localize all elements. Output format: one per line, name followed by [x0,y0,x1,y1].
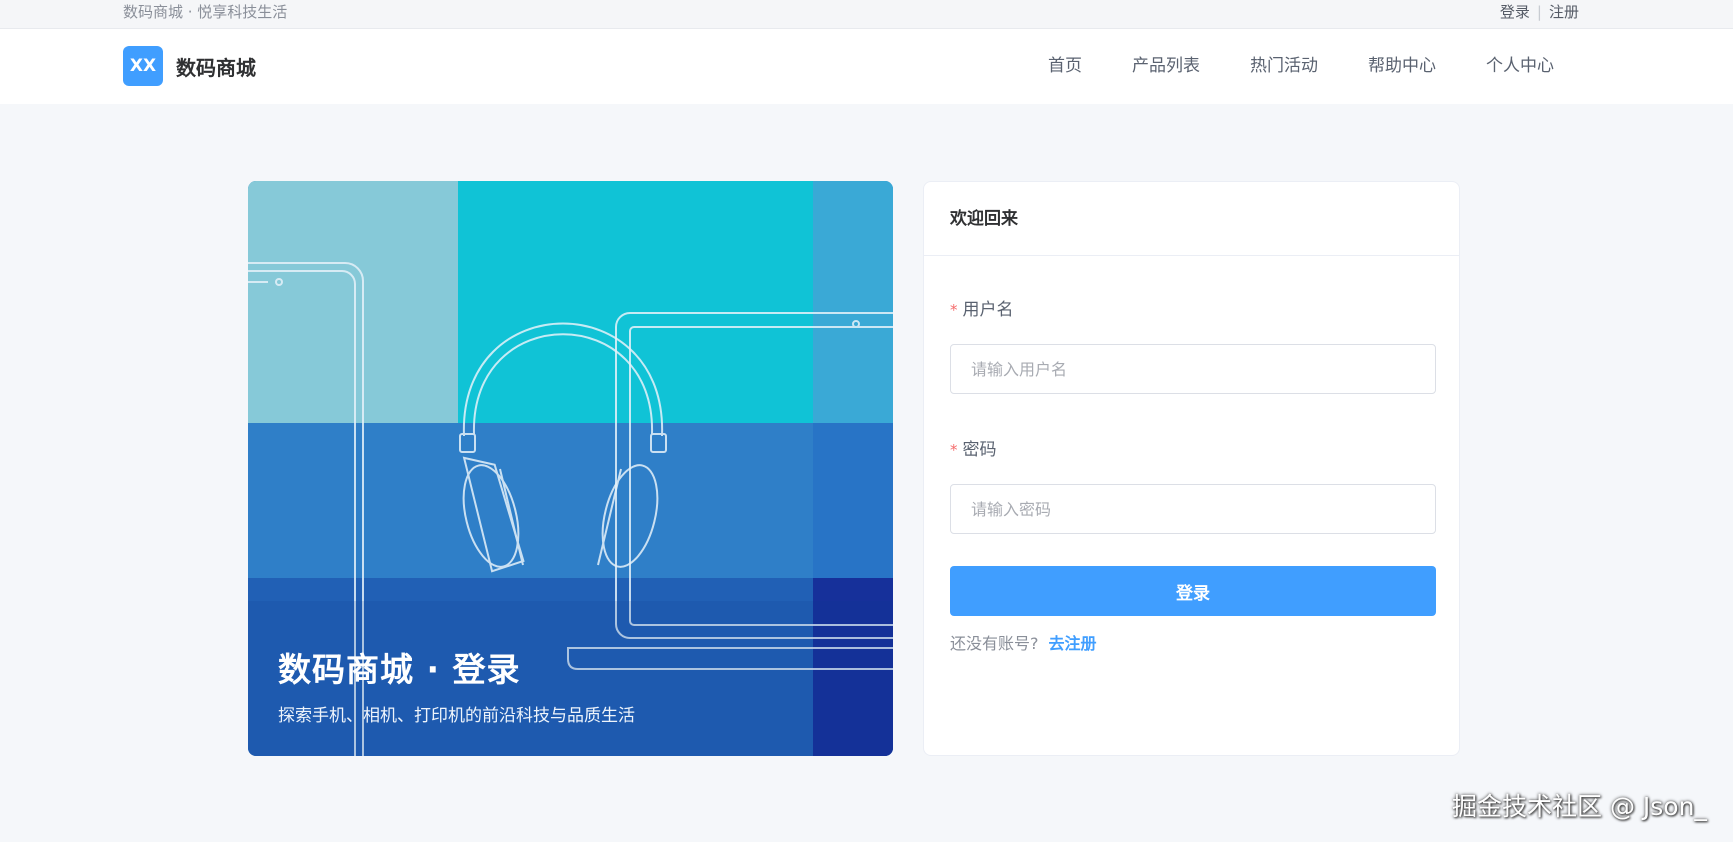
topbar-register-link[interactable]: 注册 [1549,3,1579,21]
login-button[interactable]: 登录 [950,566,1436,616]
site-name[interactable]: 数码商城 [176,52,256,81]
nav-item-profile[interactable]: 个人中心 [1461,29,1579,104]
password-input[interactable] [950,484,1436,534]
account-links: 登录 | 注册 [1500,1,1579,22]
required-mark: * [950,301,958,319]
topbar-login-link[interactable]: 登录 [1500,3,1530,21]
main-nav: 首页 产品列表 热门活动 帮助中心 个人中心 [1023,29,1579,104]
password-label-text: 密码 [962,440,997,460]
nav-item-promotions[interactable]: 热门活动 [1225,29,1343,104]
no-account-text: 还没有账号? [950,634,1039,653]
go-register-link[interactable]: 去注册 [1049,634,1097,653]
password-label: * 密码 [950,435,997,460]
login-card: 欢迎回来 *用户名 *密码 登录 还没有账号?去注册 [923,181,1460,756]
register-prompt: 还没有账号? 去注册 [950,630,1097,654]
hero-title: 数码商城 · 登录 [278,650,521,689]
required-mark: * [950,441,958,459]
topbar-separator: | [1536,3,1542,21]
username-input[interactable] [950,344,1436,394]
watermark: 掘金技术社区 @ Json_ [1452,792,1707,821]
hero-subtitle: 探索手机、相机、打印机的前沿科技与品质生活 [278,706,635,726]
logo-badge[interactable]: XX [123,46,163,86]
nav-item-home[interactable]: 首页 [1023,29,1107,104]
hero-banner: 数码商城 · 登录 探索手机、相机、打印机的前沿科技与品质生活 [248,181,893,756]
username-label: * 用户名 [950,295,1014,320]
site-slogan: 数码商城 · 悦享科技生活 [123,3,288,21]
site-header: XX 数码商城 首页 产品列表 热门活动 帮助中心 个人中心 [0,29,1733,104]
username-label-text: 用户名 [962,300,1014,320]
top-utility-bar: 数码商城 · 悦享科技生活 登录 | 注册 [0,0,1733,29]
login-card-title: 欢迎回来 [924,182,1459,256]
nav-item-help[interactable]: 帮助中心 [1343,29,1461,104]
nav-item-products[interactable]: 产品列表 [1107,29,1225,104]
